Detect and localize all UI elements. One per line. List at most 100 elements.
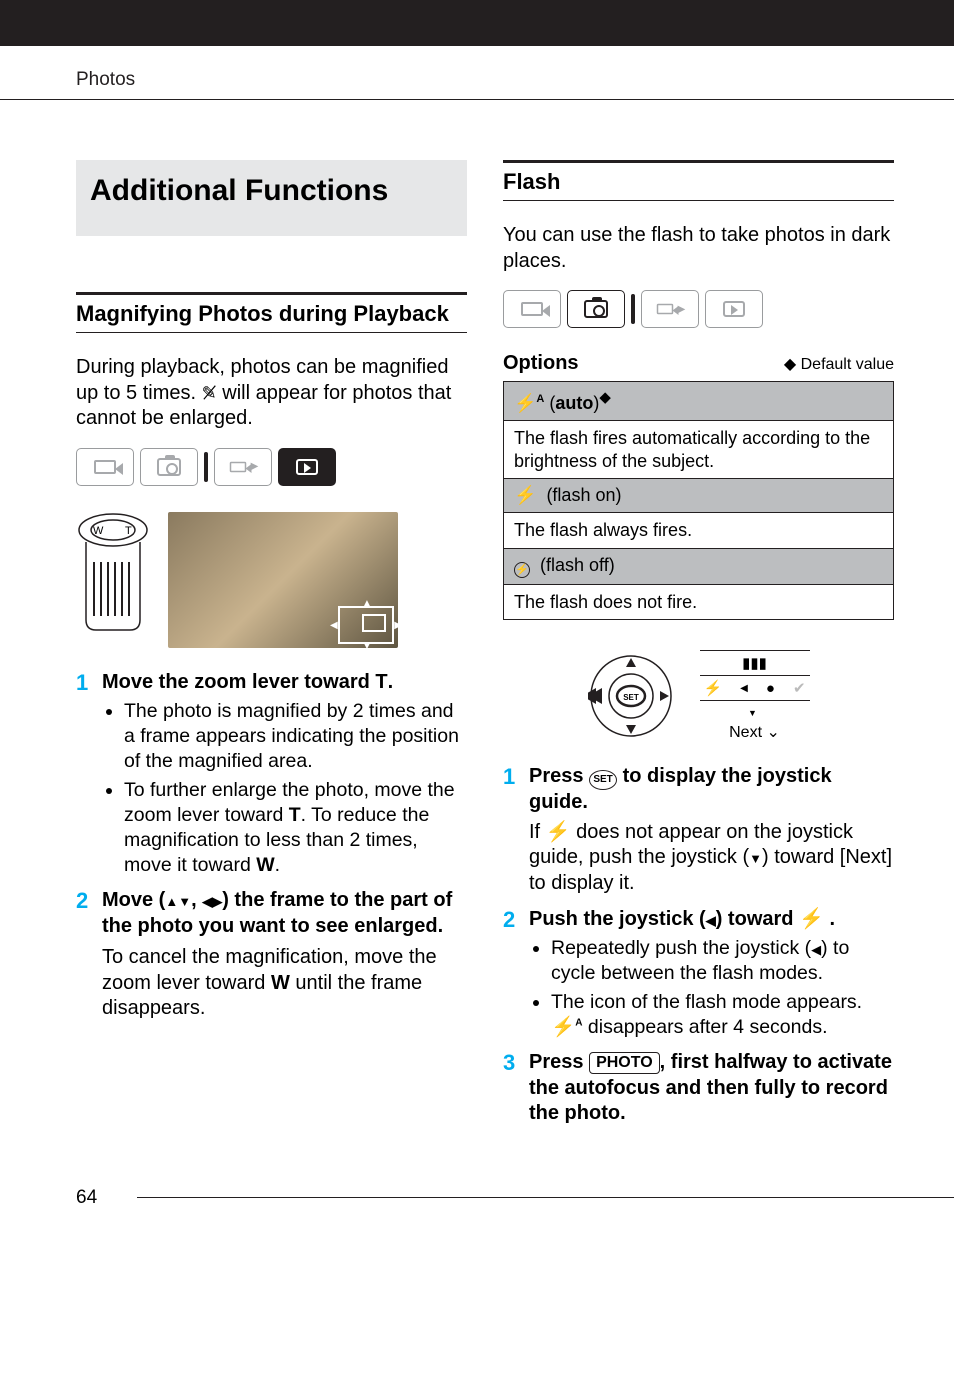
flash-step-3-num: 3: [503, 1050, 521, 1127]
left-column: Additional Functions Magnifying Photos d…: [76, 160, 467, 1127]
magnify-intro: During playback, photos can be magnified…: [76, 355, 467, 432]
flash-step-3: Press PHOTO, first halfway to activate t…: [529, 1050, 894, 1127]
step-1-body: Move the zoom lever toward T. The photo …: [102, 670, 467, 878]
left-icon: [706, 908, 716, 930]
magnify-steps: 1 Move the zoom lever toward T. The phot…: [76, 670, 467, 1022]
additional-functions-banner: Additional Functions: [76, 160, 467, 236]
joystick-guide-menu: ▮▮▮ ⚡ ◀ ● ✔ ▼ Next ⌄: [700, 650, 810, 742]
right-icon: [212, 889, 222, 911]
flash-icon: ⚡: [546, 821, 571, 843]
s1a: Move the zoom lever toward: [102, 671, 375, 693]
svg-text:SET: SET: [623, 693, 639, 702]
option-off-header: ⚡ (flash off): [504, 548, 893, 584]
default-marker: ◆: [599, 389, 611, 406]
dot-icon: ●: [766, 680, 775, 697]
options-label: Options: [503, 352, 579, 375]
mode-video-play-2: ▶: [641, 290, 699, 328]
flash-step-2: Push the joystick () toward ⚡ . Repeated…: [529, 907, 894, 1040]
mode-photo-play-selected: [278, 448, 336, 486]
joy-row-2: ⚡ ◀ ● ✔: [700, 676, 810, 701]
video-icon: [521, 302, 543, 316]
heading-rule-flash: Flash: [503, 160, 894, 201]
fs2-b2: The icon of the flash mode appears. ⚡A d…: [551, 990, 894, 1040]
step-2-body: Move (, ) the frame to the part of the p…: [102, 888, 467, 1022]
top-black-bar: [0, 0, 954, 46]
joystick-diagram: SET: [588, 653, 674, 739]
flash-intro: You can use the flash to take photos in …: [503, 223, 894, 274]
flash-auto-icon: ⚡A: [514, 393, 544, 413]
option-auto-desc: The flash fires automatically according …: [504, 420, 893, 478]
joystick-guide-row: SET ▮▮▮ ⚡ ◀ ● ✔ ▼: [503, 650, 894, 742]
default-value-label: ◆ Default value: [784, 354, 894, 374]
play-tri: ▶: [678, 304, 686, 315]
step-number-1: 1: [76, 670, 94, 878]
wt-w-label: W: [93, 525, 104, 537]
camera-icon: [157, 458, 181, 476]
playback-icon: [723, 301, 745, 317]
down-tri-icon: ▼: [748, 708, 757, 718]
up-icon: [165, 889, 178, 911]
mode-selector-flash: ▶: [503, 290, 894, 328]
down-icon: [749, 846, 762, 868]
fs2-b1: Repeatedly push the joystick () to cycle…: [551, 936, 894, 986]
flash-steps: 1 Press SET to display the joystick guid…: [503, 764, 894, 1127]
page-footer: 64: [0, 1127, 954, 1243]
w-key: W: [256, 854, 274, 876]
left-icon: [202, 889, 212, 911]
check-icon: ✔: [793, 679, 806, 697]
zoom-lever-diagram: W T: [76, 512, 150, 632]
zoom-indicator-box: ▲ ▼ ◀ ▶: [338, 606, 394, 644]
w-key2: W: [271, 972, 290, 994]
mode-photo-rec-selected: [567, 290, 625, 328]
flash-heading: Flash: [503, 169, 894, 195]
section-breadcrumb: Photos: [76, 69, 135, 99]
cannot-enlarge-icon: ✎̸: [202, 382, 217, 405]
mode-photo-rec: [140, 448, 198, 486]
page-number: 64: [76, 1187, 97, 1209]
slider-icon: ▮▮▮: [742, 654, 767, 672]
s1b: .: [388, 671, 394, 693]
t-key: T: [375, 671, 387, 693]
s1-bullet-2: To further enlarge the photo, move the z…: [124, 778, 467, 878]
option-auto-header: ⚡A (auto)◆: [504, 382, 893, 420]
option-on-header: ⚡ (flash on): [504, 478, 893, 512]
flash-icon: ⚡: [703, 679, 722, 697]
mode-video-play: ▶: [214, 448, 272, 486]
mode-selector-playback: ▶: [76, 448, 467, 486]
s1-bullet-1: The photo is magnified by 2 times and a …: [124, 699, 467, 774]
mode-photo-play-2: [705, 290, 763, 328]
flash-step-1-num: 1: [503, 764, 521, 896]
flash-off-icon: ⚡: [514, 562, 530, 578]
mode-separator-2: [631, 294, 635, 324]
flash-auto-icon: ⚡A: [551, 1016, 583, 1038]
mode-video-rec-2: [503, 290, 561, 328]
joy-next-label: Next ⌄: [700, 722, 810, 742]
right-column: Flash You can use the flash to take phot…: [503, 160, 894, 1127]
set-button-icon: SET: [589, 770, 617, 790]
playback-icon: [296, 459, 318, 475]
magnify-heading: Magnifying Photos during Playback: [76, 301, 467, 327]
play-tri: ▶: [251, 461, 259, 472]
option-off-desc: The flash does not fire.: [504, 584, 893, 620]
zoom-lever-and-photo: W T ▲ ▼ ◀ ▶: [76, 512, 467, 648]
flash-step-1: Press SET to display the joystick guide.…: [529, 764, 894, 896]
mode-video-rec: [76, 448, 134, 486]
left-icon: [811, 937, 821, 959]
chevron-down-icon: ⌄: [766, 724, 779, 741]
joy-row-next: ▼: [700, 701, 810, 724]
flash-on-icon: ⚡: [514, 485, 536, 505]
step-number-2: 2: [76, 888, 94, 1022]
sample-photo: ▲ ▼ ◀ ▶: [168, 512, 398, 648]
camera-icon: [584, 300, 608, 318]
mode-separator: [204, 452, 208, 482]
video-icon: [229, 462, 246, 473]
flash-options-table: ⚡A (auto)◆ The flash fires automatically…: [503, 381, 894, 620]
heading-rule: Magnifying Photos during Playback: [76, 292, 467, 333]
flash-step-2-num: 2: [503, 907, 521, 1040]
additional-functions-title: Additional Functions: [90, 174, 453, 208]
down-icon: [178, 889, 191, 911]
wt-t-label: T: [125, 525, 132, 537]
video-icon: [94, 460, 116, 474]
photo-button: PHOTO: [589, 1052, 660, 1074]
options-header-row: Options ◆ Default value: [503, 352, 894, 375]
